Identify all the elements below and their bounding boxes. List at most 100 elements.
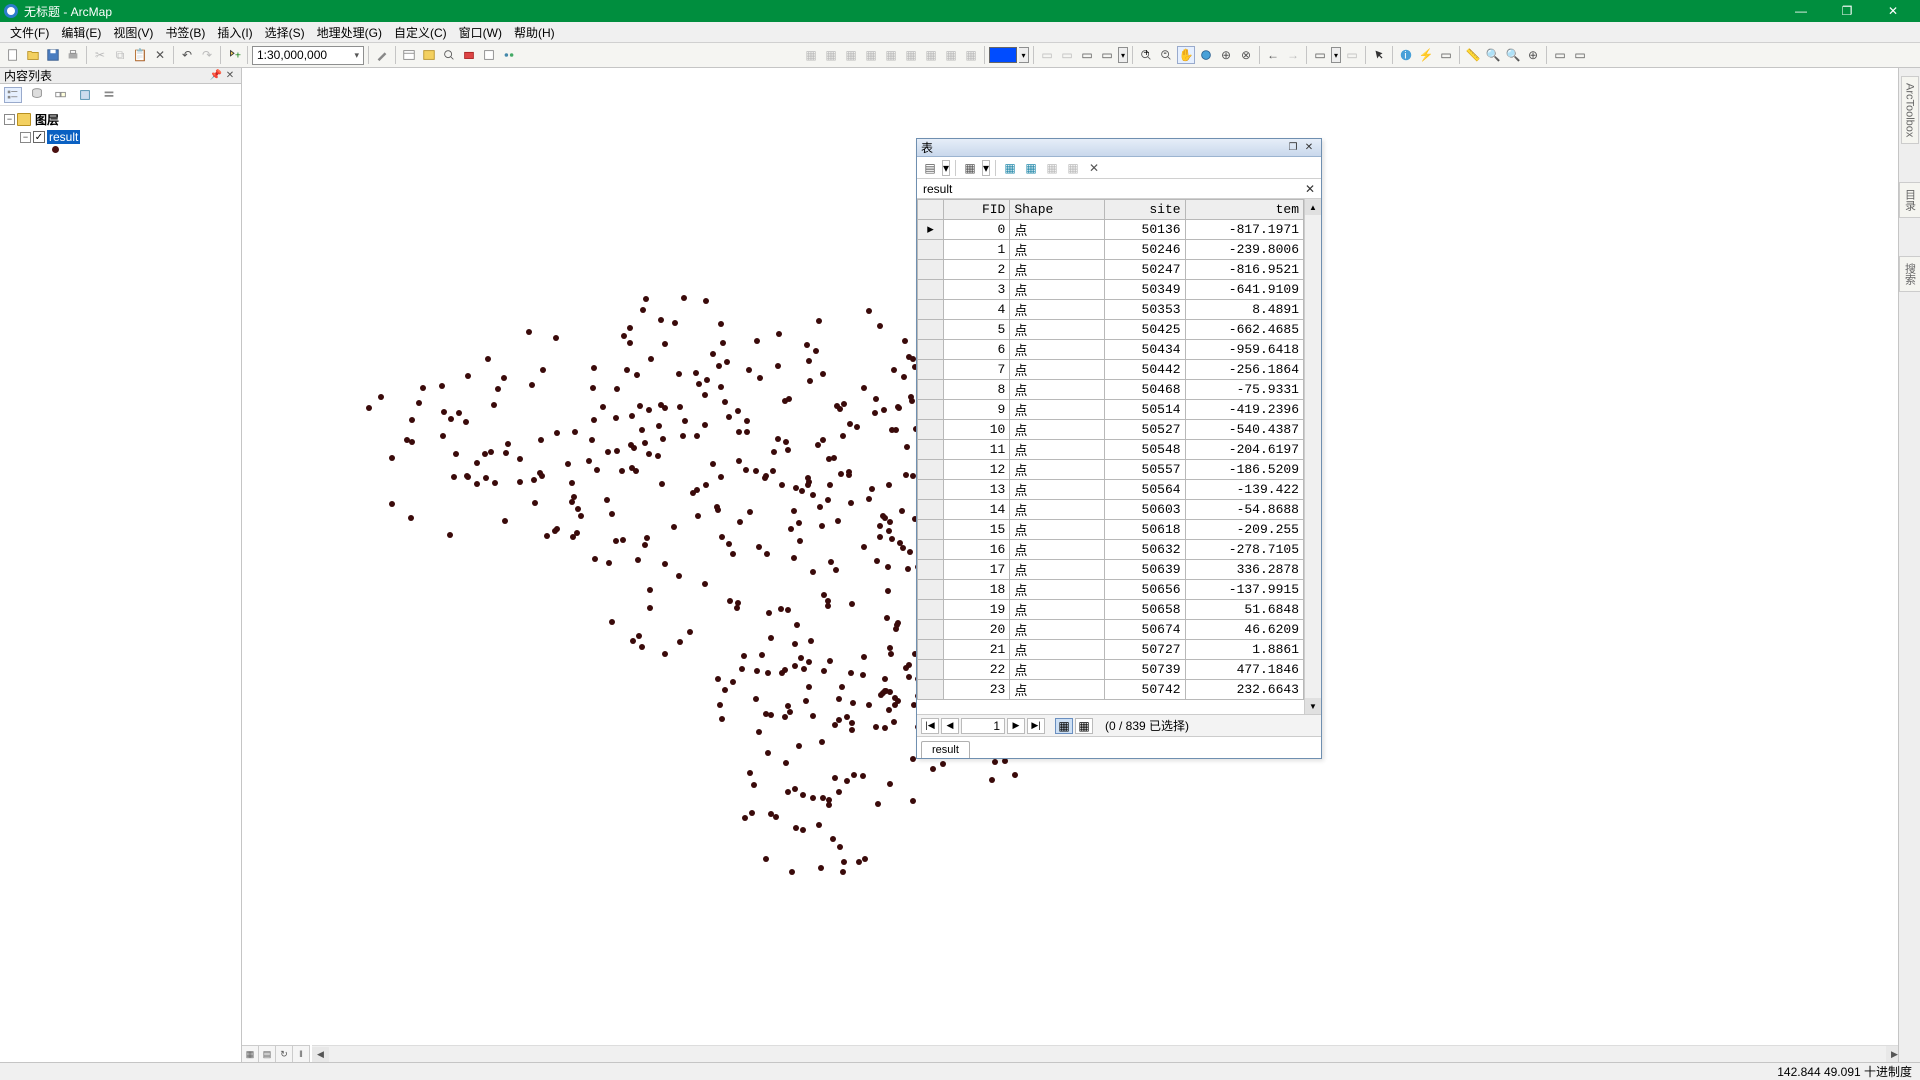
row-selector[interactable] (918, 480, 944, 500)
row-selector[interactable] (918, 540, 944, 560)
cell-site[interactable]: 50527 (1105, 420, 1186, 440)
table-row[interactable]: ▸0点50136-817.1971 (918, 220, 1304, 240)
cell-fid[interactable]: 6 (944, 340, 1010, 360)
row-selector[interactable] (918, 260, 944, 280)
cell-site[interactable]: 50727 (1105, 640, 1186, 660)
cell-tem[interactable]: -278.7105 (1185, 540, 1303, 560)
table-row[interactable]: 19点5065851.6848 (918, 600, 1304, 620)
table-row[interactable]: 9点50514-419.2396 (918, 400, 1304, 420)
toc-options[interactable] (100, 87, 118, 103)
draw-btn3[interactable]: ▭ (1078, 46, 1096, 64)
cell-tem[interactable]: 232.6643 (1185, 680, 1303, 700)
attr-tbl-switch-selection[interactable]: ▦ (1022, 159, 1040, 177)
cell-shape[interactable]: 点 (1010, 680, 1105, 700)
select-dd[interactable]: ▾ (1331, 47, 1341, 63)
toc-root-node[interactable]: − 图层 (4, 110, 237, 128)
row-selector[interactable] (918, 520, 944, 540)
attr-table-restore-button[interactable]: ❐ (1285, 141, 1301, 155)
cell-site[interactable]: 50603 (1105, 500, 1186, 520)
dock-search[interactable]: 搜索 (1899, 256, 1920, 292)
row-selector[interactable] (918, 380, 944, 400)
map-hscrollbar[interactable]: ◀ ▶ (312, 1045, 1903, 1062)
cell-tem[interactable]: -256.1864 (1185, 360, 1303, 380)
georef-btn8[interactable]: ▦ (942, 46, 960, 64)
toc-close-button[interactable]: ✕ (223, 69, 237, 83)
cell-site[interactable]: 50246 (1105, 240, 1186, 260)
dock-arctoolbox[interactable]: ArcToolbox (1901, 76, 1919, 144)
georef-btn5[interactable]: ▦ (882, 46, 900, 64)
row-selector[interactable] (918, 400, 944, 420)
cell-fid[interactable]: 12 (944, 460, 1010, 480)
table-row[interactable]: 20点5067446.6209 (918, 620, 1304, 640)
toc-button[interactable] (400, 46, 418, 64)
cell-shape[interactable]: 点 (1010, 440, 1105, 460)
delete-button[interactable]: ✕ (151, 46, 169, 64)
table-row[interactable]: 5点50425-662.4685 (918, 320, 1304, 340)
find-button[interactable]: 🔍 (1484, 46, 1502, 64)
hyperlink-button[interactable]: ⚡ (1417, 46, 1435, 64)
table-row[interactable]: 6点50434-959.6418 (918, 340, 1304, 360)
attr-table-close-button[interactable]: ✕ (1301, 141, 1317, 155)
select-features-button[interactable]: ▭ (1311, 46, 1329, 64)
show-all-toggle[interactable]: ▦ (1055, 718, 1073, 734)
attr-scroll-down[interactable]: ▼ (1305, 698, 1321, 714)
table-row[interactable]: 17点50639336.2878 (918, 560, 1304, 580)
cell-site[interactable]: 50136 (1105, 220, 1186, 240)
row-selector[interactable] (918, 500, 944, 520)
cell-tem[interactable]: 46.6209 (1185, 620, 1303, 640)
cell-site[interactable]: 50739 (1105, 660, 1186, 680)
cell-tem[interactable]: -75.9331 (1185, 380, 1303, 400)
attr-scroll-up[interactable]: ▲ (1305, 199, 1321, 215)
cell-shape[interactable]: 点 (1010, 240, 1105, 260)
toc-list-by-drawing[interactable] (4, 87, 22, 103)
cell-site[interactable]: 50674 (1105, 620, 1186, 640)
nav-last-button[interactable]: ▶| (1027, 718, 1045, 734)
georef-btn3[interactable]: ▦ (842, 46, 860, 64)
cell-tem[interactable]: -959.6418 (1185, 340, 1303, 360)
toc-layer-symbol[interactable] (52, 146, 59, 153)
cell-site[interactable]: 50742 (1105, 680, 1186, 700)
cell-shape[interactable]: 点 (1010, 540, 1105, 560)
cell-tem[interactable]: -54.8688 (1185, 500, 1303, 520)
cell-shape[interactable]: 点 (1010, 560, 1105, 580)
table-row[interactable]: 21点507271.8861 (918, 640, 1304, 660)
cell-fid[interactable]: 22 (944, 660, 1010, 680)
table-row[interactable]: 14点50603-54.8688 (918, 500, 1304, 520)
scroll-left-icon[interactable]: ◀ (312, 1047, 329, 1063)
table-row[interactable]: 10点50527-540.4387 (918, 420, 1304, 440)
table-row[interactable]: 13点50564-139.422 (918, 480, 1304, 500)
cell-shape[interactable]: 点 (1010, 380, 1105, 400)
cell-tem[interactable]: 477.1846 (1185, 660, 1303, 680)
new-button[interactable] (4, 46, 22, 64)
toc-layer-checkbox[interactable]: ✓ (33, 131, 45, 143)
georef-btn1[interactable]: ▦ (802, 46, 820, 64)
georef-btn4[interactable]: ▦ (862, 46, 880, 64)
cell-tem[interactable]: -137.9915 (1185, 580, 1303, 600)
save-button[interactable] (44, 46, 62, 64)
cell-tem[interactable]: 8.4891 (1185, 300, 1303, 320)
row-selector[interactable] (918, 560, 944, 580)
cell-site[interactable]: 50442 (1105, 360, 1186, 380)
cell-shape[interactable]: 点 (1010, 280, 1105, 300)
cell-shape[interactable]: 点 (1010, 320, 1105, 340)
menu-geoprocessing[interactable]: 地理处理(G) (311, 22, 388, 43)
georef-btn6[interactable]: ▦ (902, 46, 920, 64)
cell-fid[interactable]: 5 (944, 320, 1010, 340)
table-row[interactable]: 11点50548-204.6197 (918, 440, 1304, 460)
menu-insert[interactable]: 插入(I) (211, 22, 258, 43)
cell-shape[interactable]: 点 (1010, 480, 1105, 500)
table-row[interactable]: 3点50349-641.9109 (918, 280, 1304, 300)
scale-combo[interactable]: 1:30,000,000▾ (252, 46, 364, 65)
cell-shape[interactable]: 点 (1010, 220, 1105, 240)
cell-fid[interactable]: 0 (944, 220, 1010, 240)
cell-shape[interactable]: 点 (1010, 360, 1105, 380)
col-header-tem[interactable]: tem (1185, 200, 1303, 220)
cell-site[interactable]: 50564 (1105, 480, 1186, 500)
draw-dd[interactable]: ▾ (1118, 47, 1128, 63)
cell-fid[interactable]: 16 (944, 540, 1010, 560)
cell-shape[interactable]: 点 (1010, 500, 1105, 520)
add-data-button[interactable]: + (225, 46, 243, 64)
cell-shape[interactable]: 点 (1010, 340, 1105, 360)
cell-site[interactable]: 50434 (1105, 340, 1186, 360)
cell-site[interactable]: 50349 (1105, 280, 1186, 300)
